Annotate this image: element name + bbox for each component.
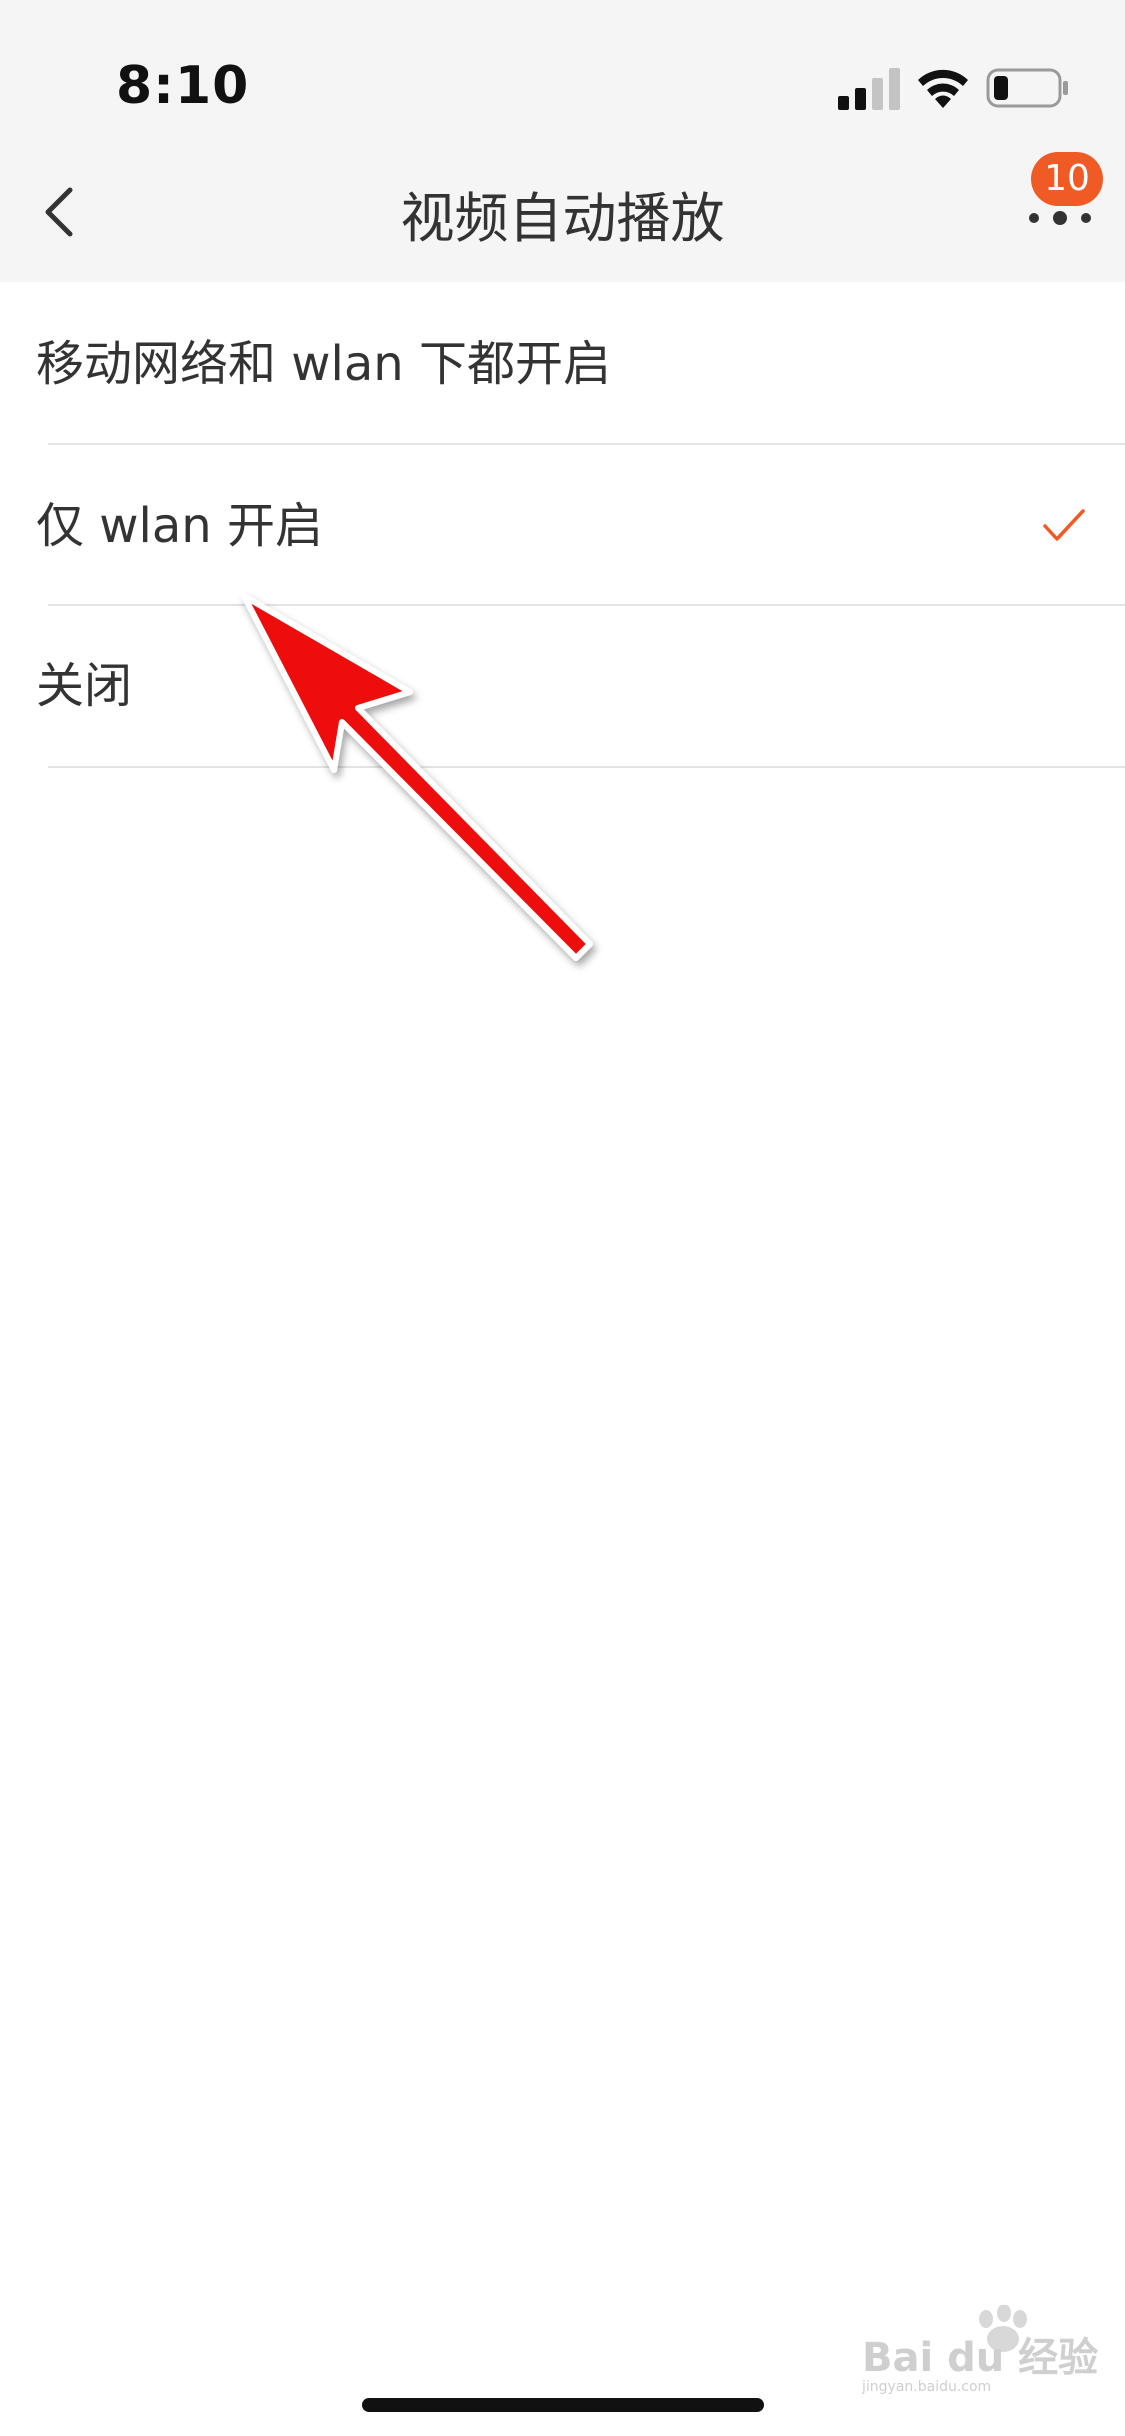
notification-badge: 10 bbox=[1031, 152, 1103, 206]
battery-icon bbox=[986, 68, 1068, 108]
header-bar: 8:10 视频自动播放 10 bbox=[0, 0, 1125, 282]
option-mobile-and-wlan[interactable]: 移动网络和 wlan 下都开启 bbox=[0, 284, 1125, 444]
option-label: 关闭 bbox=[36, 658, 133, 714]
checkmark-icon bbox=[1043, 509, 1085, 541]
cellular-signal-icon bbox=[838, 68, 900, 110]
back-button[interactable] bbox=[30, 180, 94, 244]
home-indicator[interactable] bbox=[362, 2398, 764, 2412]
screen: 8:10 视频自动播放 10 移动网络和 wlan 下都开启 仅 wlan 开启… bbox=[0, 0, 1125, 2436]
divider bbox=[48, 443, 1125, 445]
option-wlan-only[interactable]: 仅 wlan 开启 bbox=[0, 446, 1125, 606]
option-label: 仅 wlan 开启 bbox=[36, 498, 323, 554]
baidu-jingyan-watermark: Bai du 经验 jingyan.baidu.com bbox=[861, 2305, 1098, 2395]
option-off[interactable]: 关闭 bbox=[0, 606, 1125, 766]
watermark-logo-text: Bai du 经验 bbox=[862, 2335, 1098, 2381]
wifi-icon bbox=[918, 69, 968, 108]
option-label: 移动网络和 wlan 下都开启 bbox=[36, 336, 611, 392]
status-time: 8:10 bbox=[116, 56, 250, 116]
watermark-url: jingyan.baidu.com bbox=[861, 2379, 991, 2395]
divider bbox=[48, 766, 1125, 768]
chevron-left-icon bbox=[45, 187, 73, 237]
page-title: 视频自动播放 bbox=[400, 187, 725, 250]
